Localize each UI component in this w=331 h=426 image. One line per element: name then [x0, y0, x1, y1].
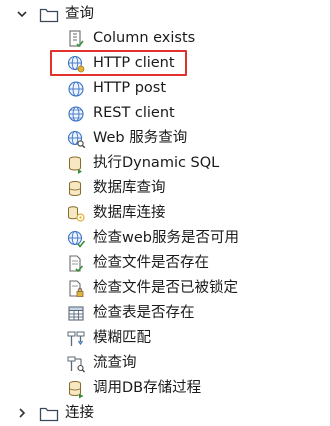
tree-node-lookup[interactable]: 查询	[0, 2, 330, 27]
database-lookup-icon	[69, 181, 81, 196]
tree-item-file-locked[interactable]: 检查文件是否已被锁定	[0, 276, 330, 301]
http-post-icon	[68, 81, 84, 97]
tree-item-rest-client[interactable]: REST client	[0, 101, 330, 126]
tree-item-database-join[interactable]: 数据库连接	[0, 201, 330, 226]
tree-node-label: 查询	[65, 6, 94, 22]
chevron-right-icon[interactable]	[16, 407, 28, 419]
tree-item-http-client[interactable]: HTTP client	[0, 51, 330, 76]
web-service-lookup-icon	[67, 130, 86, 149]
tree-item-label: 检查文件是否已被锁定	[93, 280, 238, 296]
tree-item-label: 检查web服务是否可用	[93, 230, 239, 246]
tree-item-web-service-available[interactable]: 检查web服务是否可用	[0, 226, 330, 251]
db-procedure-icon	[69, 381, 84, 399]
rest-client-icon	[68, 106, 84, 122]
fuzzy-match-icon	[67, 331, 85, 346]
tree-item-label: REST client	[93, 105, 175, 121]
database-join-icon	[68, 206, 85, 222]
tree-item-label: HTTP post	[93, 80, 167, 96]
tree-item-column-exists[interactable]: Column exists	[0, 26, 330, 51]
folder-icon	[39, 8, 59, 23]
tree-node-connection[interactable]: 连接	[0, 401, 330, 426]
tree-item-label: 流查询	[93, 355, 137, 371]
web-service-available-icon	[67, 230, 86, 248]
dynamic-sql-icon	[69, 156, 82, 174]
table-exists-icon	[68, 306, 84, 321]
file-exists-icon	[69, 255, 84, 273]
tree-item-label: 检查表是否存在	[93, 305, 195, 321]
tree-item-web-service-lookup[interactable]: Web 服务查询	[0, 126, 330, 151]
tree-item-label: 执行Dynamic SQL	[93, 155, 220, 171]
tree-item-label: Web 服务查询	[93, 130, 188, 146]
tree-item-label: 数据库连接	[93, 205, 166, 221]
tree-item-label: Column exists	[93, 30, 196, 46]
file-locked-icon	[69, 280, 84, 297]
folder-icon	[39, 407, 59, 422]
tree-item-db-procedure[interactable]: 调用DB存储过程	[0, 376, 330, 401]
tree-item-label: 模糊匹配	[93, 330, 151, 346]
tree-item-file-exists[interactable]: 检查文件是否存在	[0, 251, 330, 276]
tree-item-label: 检查文件是否存在	[93, 255, 209, 271]
tree-item-dynamic-sql[interactable]: 执行Dynamic SQL	[0, 151, 330, 176]
column-exists-icon	[69, 30, 84, 48]
tree-item-fuzzy-match[interactable]: 模糊匹配	[0, 326, 330, 351]
tree-node-label: 连接	[65, 405, 94, 421]
chevron-down-icon[interactable]	[16, 8, 28, 20]
step-tree-panel: 查询 Column exists HTTP client HTTP post R…	[0, 0, 331, 426]
tree-item-label: HTTP client	[93, 55, 175, 71]
tree-item-label: 数据库查询	[93, 180, 166, 196]
tree-item-table-exists[interactable]: 检查表是否存在	[0, 301, 330, 326]
tree-item-label: 调用DB存储过程	[93, 380, 202, 396]
http-client-icon	[67, 55, 85, 73]
tree-item-database-lookup[interactable]: 数据库查询	[0, 176, 330, 201]
tree-item-stream-lookup[interactable]: 流查询	[0, 351, 330, 376]
tree-item-http-post[interactable]: HTTP post	[0, 76, 330, 101]
stream-lookup-icon	[67, 356, 85, 373]
